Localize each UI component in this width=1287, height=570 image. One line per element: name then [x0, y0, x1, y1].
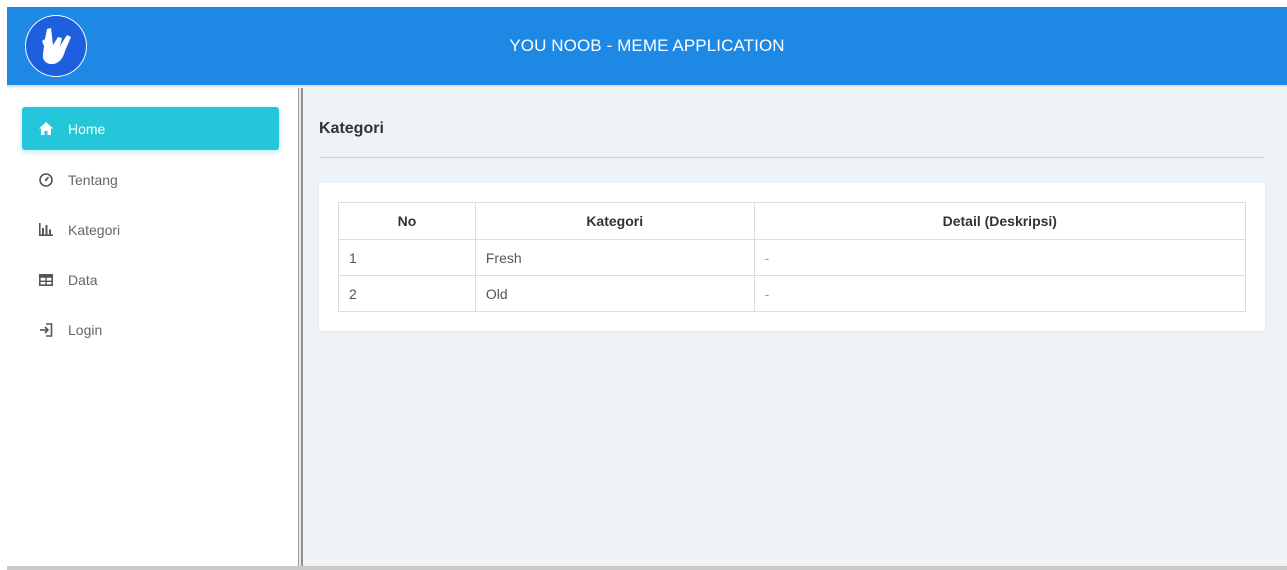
cell-no: 1 [338, 239, 476, 276]
table-row: 2 Old - [338, 275, 1247, 312]
bottom-border [7, 566, 1287, 570]
content-card: No Kategori Detail (Deskripsi) 1 Fresh -… [319, 183, 1265, 331]
bar-chart-icon [38, 222, 54, 238]
sidebar-item-label: Kategori [68, 221, 121, 238]
column-header-detail: Detail (Deskripsi) [753, 202, 1247, 240]
sidebar-item-label: Tentang [68, 171, 118, 188]
app-title: YOU NOOB - MEME APPLICATION [509, 36, 785, 55]
table-icon [38, 272, 54, 288]
table-row: 1 Fresh - [338, 239, 1247, 276]
sidebar-item-kategori[interactable]: Kategori [22, 208, 279, 251]
home-icon [38, 121, 54, 137]
sidebar-item-label: Data [68, 271, 98, 288]
app-window: YOU NOOB - MEME APPLICATION Home Tentang… [0, 0, 1287, 570]
sidebar-item-home[interactable]: Home [22, 107, 279, 150]
top-header: YOU NOOB - MEME APPLICATION [7, 7, 1287, 85]
sidebar: Home Tentang Kategori Data Login [7, 88, 298, 570]
sidebar-item-label: Login [68, 321, 103, 338]
cell-detail: - [753, 275, 1247, 312]
sidebar-item-label: Home [68, 120, 106, 137]
kategori-table: No Kategori Detail (Deskripsi) 1 Fresh -… [338, 202, 1247, 312]
sidebar-item-data[interactable]: Data [22, 258, 279, 301]
title-divider [319, 157, 1264, 158]
cell-detail: - [753, 239, 1247, 276]
app-logo[interactable] [25, 15, 87, 77]
cell-kategori: Fresh [474, 239, 755, 276]
sidebar-item-login[interactable]: Login [22, 308, 279, 351]
sidebar-item-tentang[interactable]: Tentang [22, 158, 279, 201]
login-icon [38, 322, 54, 338]
rock-hand-icon [25, 15, 87, 77]
main-content: Kategori No Kategori Detail (Deskripsi) [303, 88, 1287, 567]
table-header-row: No Kategori Detail (Deskripsi) [338, 202, 1247, 240]
column-header-no: No [338, 202, 476, 240]
column-header-kategori: Kategori [474, 202, 755, 240]
cell-kategori: Old [474, 275, 755, 312]
gauge-icon [38, 172, 54, 188]
cell-no: 2 [338, 275, 476, 312]
page-title: Kategori [319, 120, 384, 137]
